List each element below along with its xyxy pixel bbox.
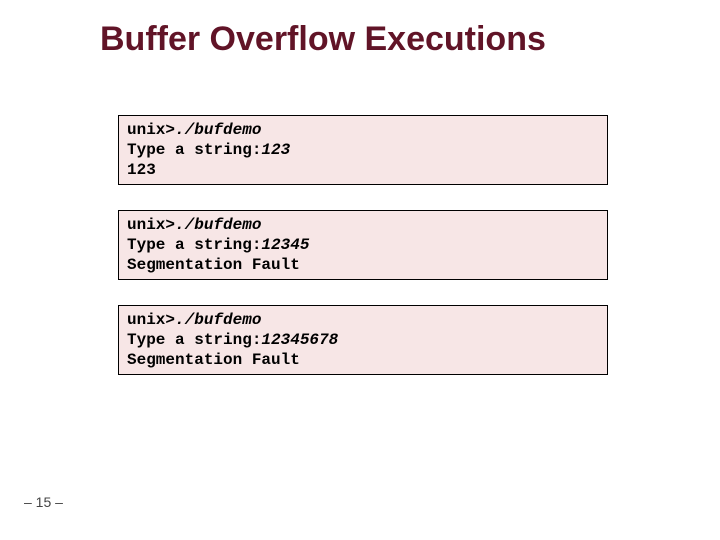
code-line: unix>./bufdemo [127,310,599,330]
prompt-text: unix> [127,121,175,139]
code-line: Type a string:12345678 [127,330,599,350]
code-box-2: unix>./bufdemo Type a string:12345 Segme… [118,210,608,280]
code-box-1: unix>./bufdemo Type a string:123 123 [118,115,608,185]
label-text: Type a string: [127,236,261,254]
command-text: ./bufdemo [175,216,261,234]
prompt-text: unix> [127,216,175,234]
input-text: 123 [261,141,290,159]
code-line: unix>./bufdemo [127,215,599,235]
code-line: Segmentation Fault [127,255,599,275]
input-text: 12345678 [261,331,338,349]
code-line: 123 [127,160,599,180]
prompt-text: unix> [127,311,175,329]
code-line: Segmentation Fault [127,350,599,370]
command-text: ./bufdemo [175,121,261,139]
page-number: – 15 – [24,494,63,510]
command-text: ./bufdemo [175,311,261,329]
code-box-3: unix>./bufdemo Type a string:12345678 Se… [118,305,608,375]
code-line: Type a string:123 [127,140,599,160]
code-line: Type a string:12345 [127,235,599,255]
label-text: Type a string: [127,331,261,349]
input-text: 12345 [261,236,309,254]
code-line: unix>./bufdemo [127,120,599,140]
page-title: Buffer Overflow Executions [100,20,680,59]
label-text: Type a string: [127,141,261,159]
